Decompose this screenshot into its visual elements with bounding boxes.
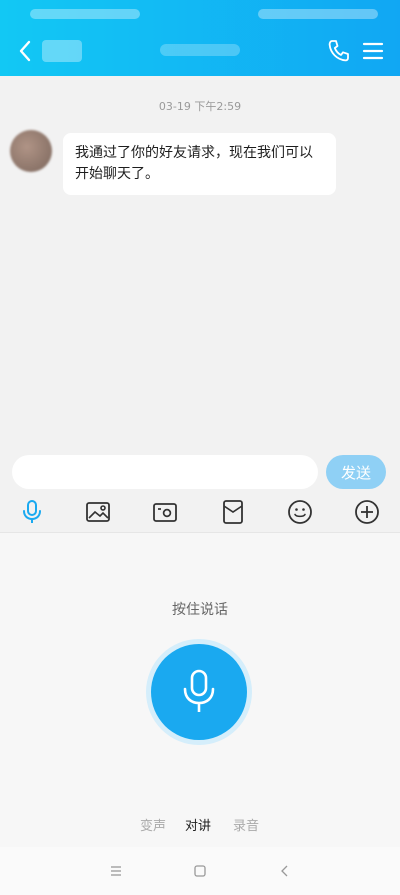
menu-icon[interactable] bbox=[108, 863, 124, 879]
system-nav-bar bbox=[0, 847, 400, 895]
contact-avatar[interactable] bbox=[10, 130, 52, 172]
back-icon[interactable] bbox=[277, 863, 293, 879]
hold-to-talk-label: 按住说话 bbox=[172, 602, 228, 618]
emoji-icon[interactable] bbox=[287, 499, 313, 525]
status-bar-left-blur bbox=[30, 9, 140, 19]
chevron-left-icon[interactable] bbox=[14, 36, 38, 66]
message-bubble[interactable]: 我通过了你的好友请求，现在我们可以开始聊天了。 bbox=[63, 133, 336, 195]
phone-icon[interactable] bbox=[326, 38, 350, 64]
message-timestamp: 03-19 下午2:59 bbox=[158, 100, 242, 113]
contact-name-blurred bbox=[42, 40, 82, 62]
image-icon[interactable] bbox=[85, 499, 111, 525]
camera-icon[interactable] bbox=[152, 499, 178, 525]
status-bar bbox=[0, 0, 400, 28]
chat-header bbox=[0, 28, 400, 76]
input-toolbar bbox=[0, 492, 400, 532]
contact-status-blurred bbox=[160, 44, 240, 56]
hamburger-menu-icon[interactable] bbox=[362, 40, 384, 62]
mode-record[interactable]: 录音 bbox=[233, 815, 259, 834]
status-bar-right-blur bbox=[258, 9, 378, 19]
microphone-icon bbox=[183, 669, 215, 712]
microphone-icon[interactable] bbox=[19, 499, 45, 525]
message-list[interactable]: 03-19 下午2:59 我通过了你的好友请求，现在我们可以开始聊天了。 bbox=[0, 76, 400, 446]
home-icon[interactable] bbox=[192, 863, 208, 879]
mode-intercom[interactable]: 对讲 bbox=[185, 815, 211, 834]
mode-voice-change[interactable]: 变声 bbox=[140, 815, 166, 834]
message-input[interactable] bbox=[12, 455, 318, 489]
send-button[interactable]: 发送 bbox=[326, 455, 386, 489]
plus-icon[interactable] bbox=[354, 499, 380, 525]
hold-to-talk-button[interactable] bbox=[151, 644, 247, 740]
voice-panel: 按住说话 变声 对讲 录音 bbox=[0, 532, 400, 848]
red-packet-icon[interactable] bbox=[220, 499, 246, 525]
input-row: 发送 bbox=[0, 446, 400, 492]
